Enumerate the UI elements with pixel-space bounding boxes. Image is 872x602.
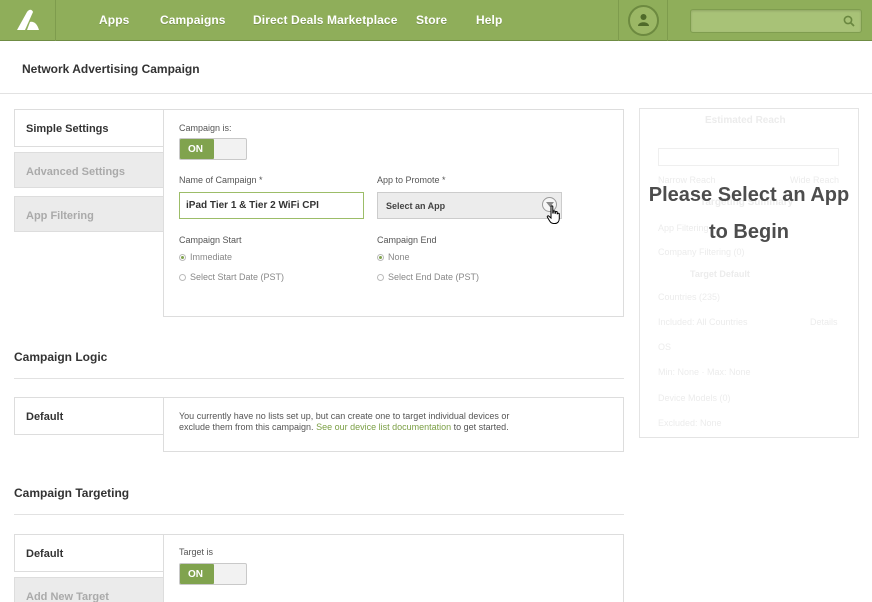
reach-slider	[658, 148, 839, 166]
toggle-on-label: ON	[180, 564, 214, 584]
radio-dot	[179, 254, 186, 261]
countries-summary: Countries (235)	[658, 292, 721, 302]
logo-link[interactable]	[0, 0, 56, 41]
os-min-max: Min: None · Max: None	[658, 367, 751, 377]
campaign-name-label: Name of Campaign *	[179, 175, 263, 185]
nav-direct-deals-marketplace[interactable]: Direct Deals Marketplace	[253, 13, 397, 27]
radio-dot	[377, 254, 384, 261]
campaign-logic-title: Campaign Logic	[14, 350, 108, 364]
campaign-end-label: Campaign End	[377, 235, 437, 245]
device-list-documentation-link[interactable]: See our device list documentation	[316, 422, 451, 432]
start-date-radio[interactable]: Select Start Date (PST)	[179, 272, 284, 282]
select-app-overlay-message: Please Select an App to Begin	[648, 184, 850, 243]
tab-advanced-settings[interactable]: Advanced Settings	[14, 152, 164, 188]
tab-add-new-target[interactable]: Add New Target	[14, 577, 164, 602]
target-default-title: Target Default	[690, 269, 750, 279]
details-link: Details	[810, 317, 838, 327]
radio-dot	[179, 274, 186, 281]
tab-simple-settings[interactable]: Simple Settings	[14, 109, 164, 147]
nav-help[interactable]: Help	[476, 13, 502, 27]
os-summary: OS	[658, 342, 672, 352]
target-status-toggle[interactable]: ON	[179, 563, 247, 585]
nav-store[interactable]: Store	[416, 13, 447, 27]
tab-target-default[interactable]: Default	[14, 534, 164, 572]
campaign-start-label: Campaign Start	[179, 235, 242, 245]
section-divider	[14, 378, 624, 379]
search-input[interactable]	[691, 10, 831, 32]
end-date-radio[interactable]: Select End Date (PST)	[377, 272, 479, 282]
top-navigation-bar: Apps Campaigns Direct Deals Marketplace …	[0, 0, 872, 41]
excluded-models: Excluded: None	[658, 418, 722, 428]
estimated-reach-title: Estimated Reach	[705, 115, 786, 126]
device-models-summary: Device Models (0)	[658, 393, 731, 403]
start-immediate-radio[interactable]: Immediate	[179, 252, 232, 262]
account-menu[interactable]	[618, 0, 668, 41]
estimated-reach-panel: Estimated Reach Narrow Reach Wide Reach …	[639, 108, 859, 438]
app-to-promote-select[interactable]: Select an App	[377, 192, 562, 219]
campaign-status-toggle[interactable]: ON	[179, 138, 247, 160]
campaign-targeting-title: Campaign Targeting	[14, 486, 130, 500]
user-icon	[638, 14, 649, 26]
toggle-on-label: ON	[180, 139, 214, 159]
app-to-promote-label: App to Promote *	[377, 175, 446, 185]
included-countries: Included: All Countries	[658, 317, 748, 327]
tab-logic-default[interactable]: Default	[14, 397, 164, 435]
device-list-message: You currently have no lists set up, but …	[179, 411, 510, 432]
search-icon[interactable]	[843, 15, 855, 27]
header-divider	[0, 93, 872, 94]
nav-campaigns[interactable]: Campaigns	[160, 13, 226, 27]
app-select-value: Select an App	[386, 201, 446, 211]
radio-dot	[377, 274, 384, 281]
campaign-targeting-panel: Target is ON	[163, 534, 624, 602]
target-is-label: Target is	[179, 547, 214, 557]
end-none-radio[interactable]: None	[377, 252, 410, 262]
campaign-logic-panel: You currently have no lists set up, but …	[163, 397, 624, 452]
tab-app-filtering[interactable]: App Filtering	[14, 196, 164, 232]
campaign-is-label: Campaign is:	[179, 123, 232, 133]
search-box	[690, 9, 862, 33]
nav-apps[interactable]: Apps	[99, 13, 129, 27]
chartboost-logo-icon	[17, 9, 39, 30]
hand-cursor-icon	[546, 205, 560, 224]
avatar[interactable]	[628, 5, 659, 36]
section-divider	[14, 514, 624, 515]
campaign-name-input[interactable]	[179, 192, 364, 219]
page-title: Network Advertising Campaign	[22, 62, 200, 76]
